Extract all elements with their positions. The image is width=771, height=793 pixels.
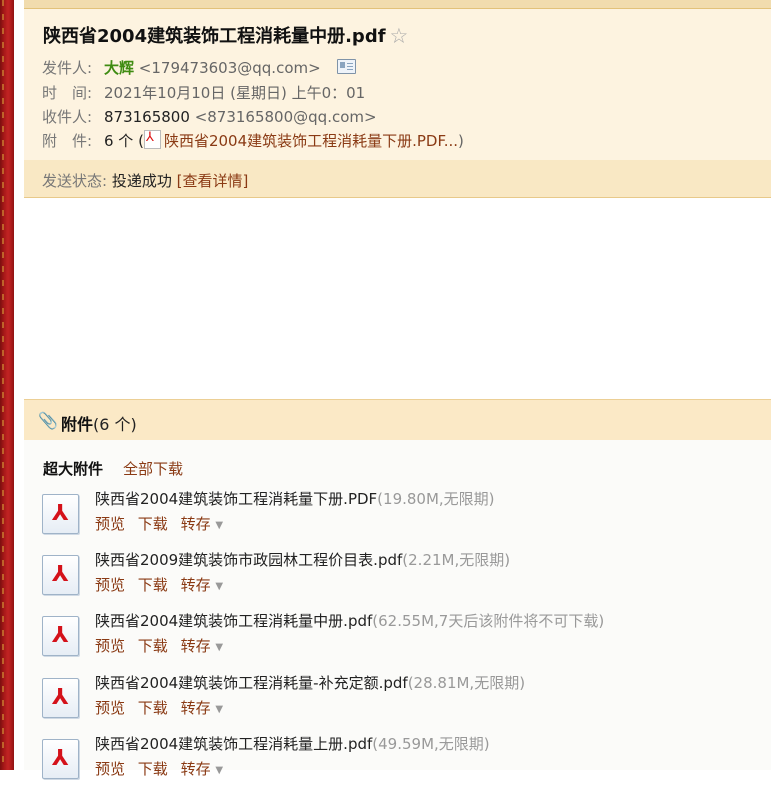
save-to-label: 转存 bbox=[180, 760, 211, 778]
pdf-file-icon[interactable] bbox=[42, 616, 79, 656]
attachment-item: 陕西省2004建筑装饰工程消耗量上册.pdf(49.59M,无限期) 预览 下载… bbox=[42, 733, 762, 793]
caret-down-icon: ▼ bbox=[215, 642, 224, 653]
caret-down-icon: ▼ bbox=[215, 581, 224, 592]
save-to-link[interactable]: 转存 ▼ bbox=[181, 699, 224, 717]
sender-row: 发件人: 大辉 <179473603@qq.com> bbox=[42, 57, 357, 78]
recipient-row: 收件人: 873165800 <873165800@qq.com> bbox=[42, 106, 377, 127]
file-meta: (19.80M,无限期) bbox=[377, 490, 495, 508]
preview-link[interactable]: 预览 bbox=[95, 699, 125, 717]
time-value: 2021年10月10日 (星期日) 上午0：01 bbox=[104, 84, 366, 102]
file-meta: (49.59M,无限期) bbox=[372, 735, 490, 753]
save-to-link[interactable]: 转存 ▼ bbox=[181, 637, 224, 655]
status-value: 投递成功 bbox=[111, 172, 172, 190]
pdf-file-icon[interactable] bbox=[42, 555, 79, 595]
attachment-label: 附 件: bbox=[42, 132, 93, 150]
mail-header: 陕西省2004建筑装饰工程消耗量中册.pdf ☆ 发件人: 大辉 <17947360… bbox=[24, 0, 771, 198]
pdf-file-icon[interactable] bbox=[42, 739, 79, 779]
pdf-file-icon[interactable] bbox=[42, 494, 79, 534]
star-icon[interactable]: ☆ bbox=[390, 24, 409, 48]
attachments-body: 超大附件 全部下载 陕西省2004建筑装饰工程消耗量下册.PDF(19.80M,… bbox=[24, 440, 771, 779]
file-meta: (2.21M,无限期) bbox=[402, 551, 511, 569]
save-to-label: 转存 bbox=[180, 576, 211, 594]
time-label: 时 间: bbox=[42, 84, 93, 102]
save-to-label: 转存 bbox=[180, 699, 211, 717]
sender-email[interactable]: <179473603@qq.com> bbox=[139, 59, 321, 77]
attachment-item: 陕西省2004建筑装饰工程消耗量中册.pdf(62.55M,7天后该附件将不可下… bbox=[42, 610, 762, 670]
attachment-count: 6 个 ( bbox=[104, 132, 144, 150]
status-label: 发送状态: bbox=[42, 172, 108, 190]
file-name-line: 陕西省2004建筑装饰工程消耗量上册.pdf(49.59M,无限期) bbox=[95, 733, 490, 754]
recipient-email[interactable]: <873165800@qq.com> bbox=[195, 108, 377, 126]
caret-down-icon: ▼ bbox=[215, 765, 224, 776]
preview-link[interactable]: 预览 bbox=[95, 576, 125, 594]
file-actions: 预览 下载 转存 ▼ bbox=[95, 513, 231, 534]
preview-link[interactable]: 预览 bbox=[95, 515, 125, 533]
header-top-border bbox=[24, 0, 771, 9]
file-name[interactable]: 陕西省2004建筑装饰工程消耗量上册.pdf bbox=[95, 735, 372, 753]
attachments-title: 附件(6 个) bbox=[61, 411, 137, 435]
status-row: 发送状态: 投递成功 [查看详情] bbox=[42, 170, 248, 191]
caret-down-icon: ▼ bbox=[215, 520, 224, 531]
file-name[interactable]: 陕西省2004建筑装饰工程消耗量下册.PDF bbox=[95, 490, 377, 508]
file-actions: 预览 下载 转存 ▼ bbox=[95, 635, 231, 656]
recipient-label: 收件人: bbox=[42, 108, 93, 126]
file-meta: (62.55M,7天后该附件将不可下载) bbox=[372, 612, 605, 630]
subject-text: 陕西省2004建筑装饰工程消耗量中册.pdf bbox=[43, 26, 386, 47]
attachment-item: 陕西省2004建筑装饰工程消耗量下册.PDF(19.80M,无限期) 预览 下载… bbox=[42, 488, 762, 548]
left-decorative-strip bbox=[0, 0, 14, 770]
download-link[interactable]: 下载 bbox=[138, 637, 168, 655]
pdf-icon bbox=[143, 130, 161, 149]
sender-name[interactable]: 大辉 bbox=[104, 59, 134, 77]
large-attachments-label: 超大附件 bbox=[43, 460, 104, 478]
file-meta: (28.81M,无限期) bbox=[407, 674, 526, 692]
recipient-name[interactable]: 873165800 bbox=[104, 108, 190, 126]
attachments-title-text: 附件 bbox=[61, 415, 94, 434]
time-row: 时 间: 2021年10月10日 (星期日) 上午0：01 bbox=[42, 82, 365, 103]
sender-label: 发件人: bbox=[42, 59, 93, 77]
download-link[interactable]: 下载 bbox=[138, 515, 168, 533]
file-name-line: 陕西省2004建筑装饰工程消耗量下册.PDF(19.80M,无限期) bbox=[95, 488, 495, 509]
attachments-count: (6 个) bbox=[93, 415, 137, 434]
download-link[interactable]: 下载 bbox=[138, 760, 168, 778]
file-name-line: 陕西省2004建筑装饰工程消耗量-补充定额.pdf(28.81M,无限期) bbox=[95, 672, 525, 693]
save-to-link[interactable]: 转存 ▼ bbox=[181, 576, 224, 594]
attachment-close-paren: ) bbox=[458, 132, 464, 150]
save-to-link[interactable]: 转存 ▼ bbox=[181, 760, 224, 778]
preview-link[interactable]: 预览 bbox=[95, 637, 125, 655]
file-actions: 预览 下载 转存 ▼ bbox=[95, 697, 231, 718]
file-name[interactable]: 陕西省2009建筑装饰市政园林工程价目表.pdf bbox=[95, 551, 402, 569]
file-actions: 预览 下载 转存 ▼ bbox=[95, 574, 231, 595]
preview-link[interactable]: 预览 bbox=[95, 760, 125, 778]
download-link[interactable]: 下载 bbox=[138, 576, 168, 594]
file-name[interactable]: 陕西省2004建筑装饰工程消耗量-补充定额.pdf bbox=[95, 674, 408, 692]
save-to-link[interactable]: 转存 ▼ bbox=[181, 515, 224, 533]
attachment-item: 陕西省2004建筑装饰工程消耗量-补充定额.pdf(28.81M,无限期) 预览… bbox=[42, 672, 762, 732]
mail-subject: 陕西省2004建筑装饰工程消耗量中册.pdf ☆ bbox=[43, 22, 408, 48]
file-actions: 预览 下载 转存 ▼ bbox=[95, 758, 231, 779]
contact-card-icon[interactable] bbox=[337, 59, 357, 74]
save-to-label: 转存 bbox=[180, 637, 211, 655]
paperclip-icon: 📎 bbox=[38, 411, 58, 430]
status-bar: 发送状态: 投递成功 [查看详情] bbox=[24, 160, 771, 197]
status-detail-link[interactable]: [查看详情] bbox=[177, 172, 249, 190]
pdf-file-icon[interactable] bbox=[42, 678, 79, 718]
file-name[interactable]: 陕西省2004建筑装饰工程消耗量中册.pdf bbox=[95, 612, 372, 630]
download-all-link[interactable]: 全部下载 bbox=[123, 458, 183, 479]
attachment-item: 陕西省2009建筑装饰市政园林工程价目表.pdf(2.21M,无限期) 预览 下… bbox=[42, 549, 762, 609]
attachment-row: 附 件: 6 个 ( 陕西省2004建筑装饰工程消耗量下册.PDF...) bbox=[42, 130, 464, 151]
save-to-label: 转存 bbox=[180, 515, 211, 533]
file-name-line: 陕西省2004建筑装饰工程消耗量中册.pdf(62.55M,7天后该附件将不可下… bbox=[95, 610, 604, 631]
attachment-first-link[interactable]: 陕西省2004建筑装饰工程消耗量下册.PDF... bbox=[164, 132, 458, 150]
download-link[interactable]: 下载 bbox=[138, 699, 168, 717]
caret-down-icon: ▼ bbox=[215, 704, 224, 715]
file-name-line: 陕西省2009建筑装饰市政园林工程价目表.pdf(2.21M,无限期) bbox=[95, 549, 510, 570]
attachments-header: 📎 附件(6 个) bbox=[24, 399, 771, 440]
